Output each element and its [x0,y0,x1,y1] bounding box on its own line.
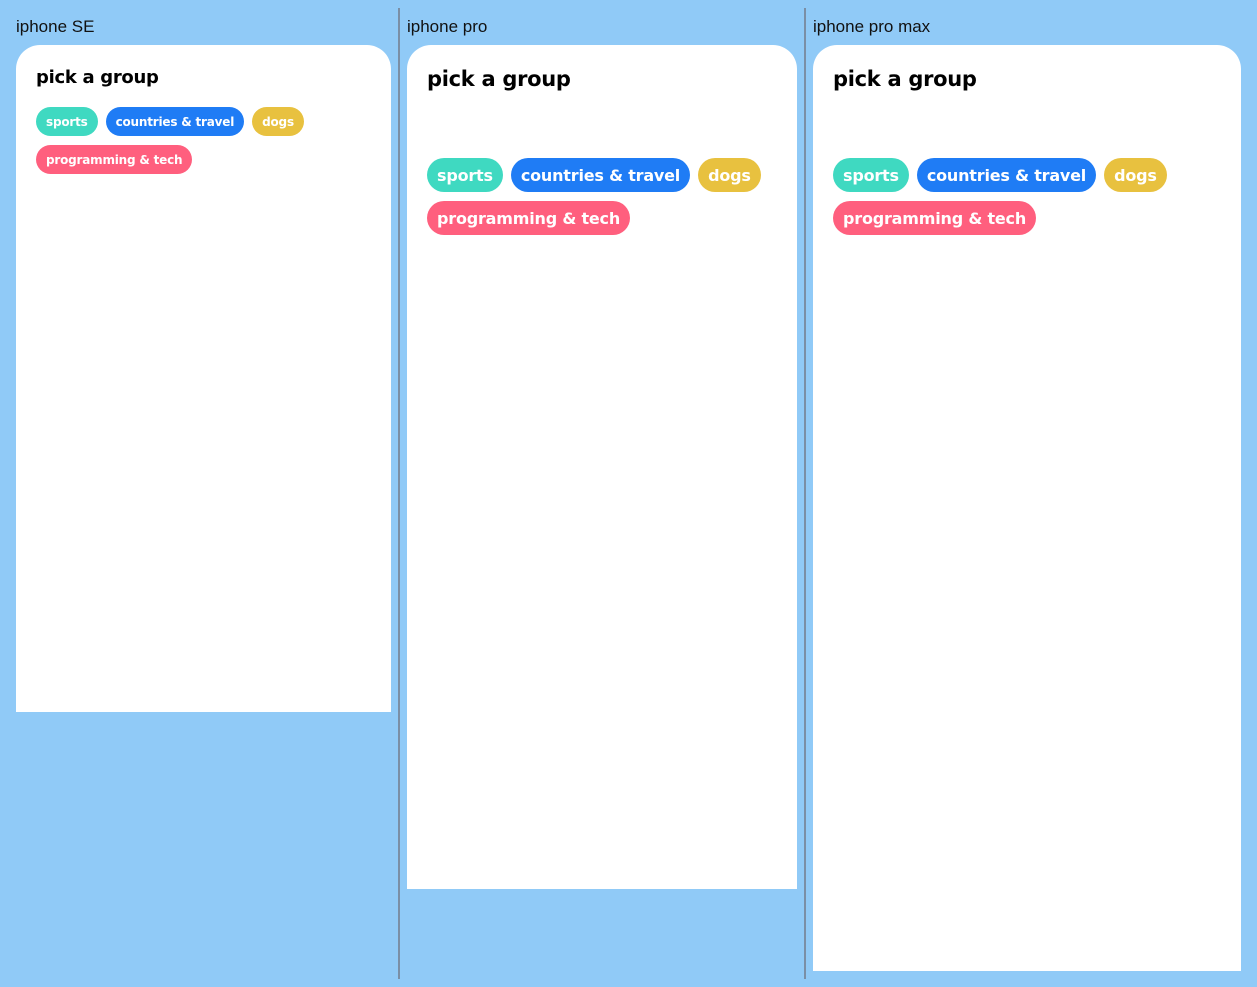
column-divider [398,8,400,979]
group-chip-programming-tech[interactable]: programming & tech [36,145,193,174]
group-chip-dogs[interactable]: dogs [1104,158,1167,192]
phone-screen-iphone-pro-max: pick a group sports countries & travel d… [813,45,1241,971]
group-chip-dogs[interactable]: dogs [698,158,761,192]
phone-screen-iphone-pro: pick a group sports countries & travel d… [407,45,797,889]
group-chip-sports[interactable]: sports [36,107,98,136]
page-title: pick a group [833,67,977,91]
group-chip-countries-travel[interactable]: countries & travel [105,107,245,136]
device-label-iphone-se: iphone SE [16,17,95,36]
group-chip-list: sports countries & travel dogs programmi… [833,158,1213,235]
page-title: pick a group [36,67,159,88]
group-chip-list: sports countries & travel dogs programmi… [36,107,376,174]
group-chip-programming-tech[interactable]: programming & tech [427,201,631,235]
group-chip-dogs[interactable]: dogs [252,107,304,136]
device-label-iphone-pro: iphone pro [407,17,488,36]
group-chip-countries-travel[interactable]: countries & travel [916,158,1097,192]
page-title: pick a group [427,67,571,91]
device-label-iphone-pro-max: iphone pro max [813,17,931,36]
group-chip-programming-tech[interactable]: programming & tech [833,201,1037,235]
phone-screen-iphone-se: pick a group sports countries & travel d… [16,45,391,712]
group-chip-countries-travel[interactable]: countries & travel [510,158,691,192]
group-chip-list: sports countries & travel dogs programmi… [427,158,807,235]
group-chip-sports[interactable]: sports [833,158,909,192]
group-chip-sports[interactable]: sports [427,158,503,192]
column-divider [804,8,806,979]
